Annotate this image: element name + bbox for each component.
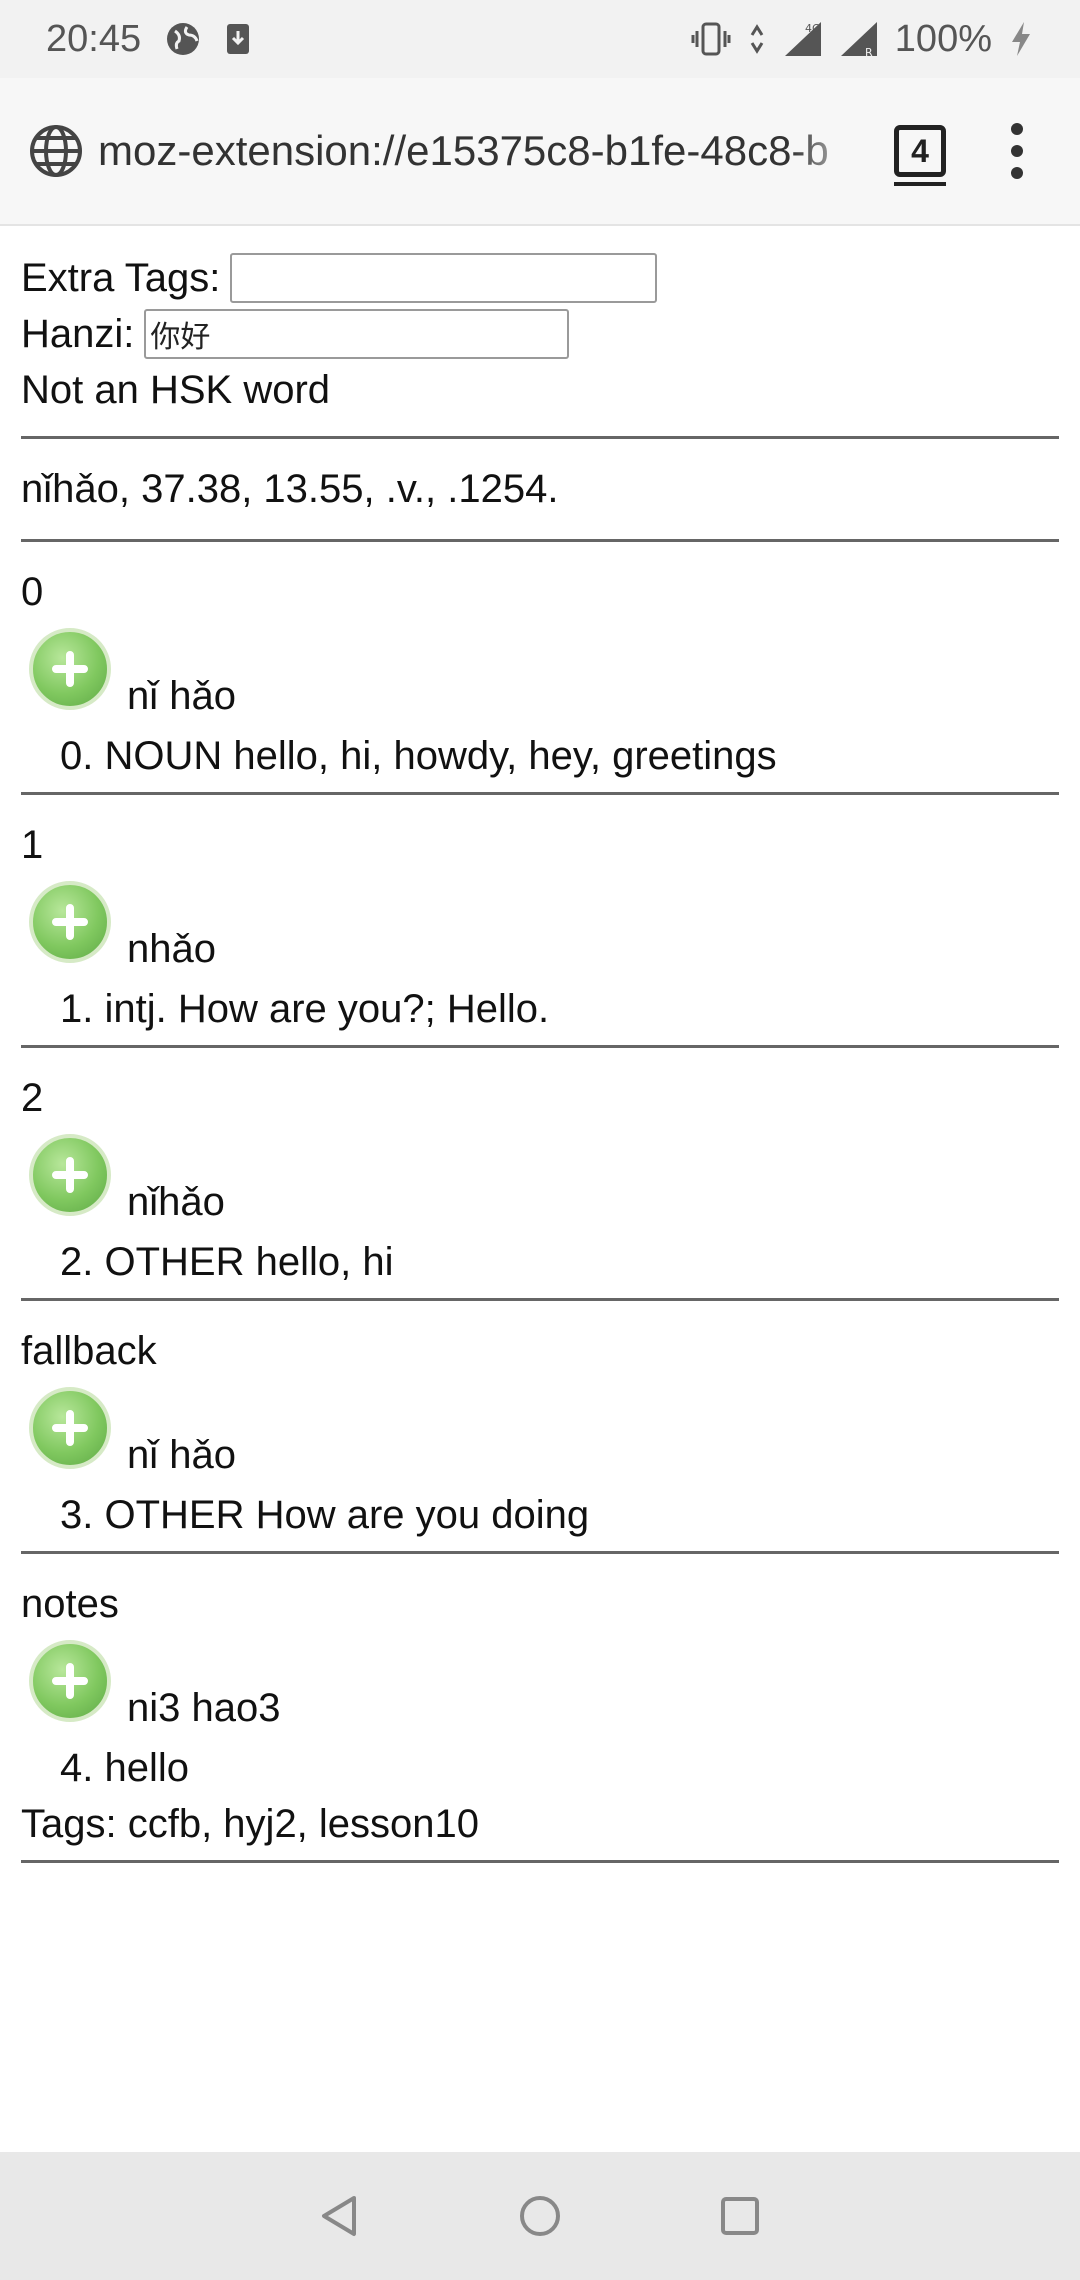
entry-row: nǐhǎo bbox=[21, 1126, 1059, 1234]
add-card-button[interactable] bbox=[29, 881, 111, 963]
add-card-button[interactable] bbox=[29, 1134, 111, 1216]
add-card-button[interactable] bbox=[29, 628, 111, 710]
menu-dot-icon bbox=[1011, 145, 1023, 157]
plus-icon bbox=[52, 904, 88, 940]
entry-row: nhǎo bbox=[21, 873, 1059, 981]
plus-icon bbox=[52, 1410, 88, 1446]
overflow-menu-button[interactable] bbox=[1002, 123, 1032, 179]
entry-definition: 4. hello bbox=[60, 1746, 189, 1790]
tabs-counter-button[interactable]: 4 bbox=[894, 125, 946, 186]
page-content: Extra Tags: Hanzi: Not an HSK word nǐhǎo… bbox=[21, 226, 1059, 1863]
entry-heading: 1 bbox=[21, 823, 44, 867]
browser-toolbar: moz-extension://e15375c8-b1fe-48c8-b 4 bbox=[0, 78, 1080, 226]
roaming-signal-icon: R bbox=[839, 20, 879, 58]
status-bar: 20:45 4G R 100% bbox=[0, 0, 1080, 78]
url-bar[interactable]: moz-extension://e15375c8-b1fe-48c8-b bbox=[98, 127, 868, 175]
entry-definition: 3. OTHER How are you doing bbox=[60, 1493, 590, 1537]
entry-row: nǐ hǎo bbox=[21, 1379, 1059, 1487]
battery-percent: 100% bbox=[894, 17, 992, 60]
vibrate-icon bbox=[691, 21, 731, 57]
add-card-button[interactable] bbox=[29, 1640, 111, 1722]
entry-heading: 2 bbox=[21, 1076, 44, 1120]
charging-icon bbox=[1008, 20, 1034, 58]
signal-icon: 4G bbox=[783, 20, 823, 58]
entry-pinyin: ni3 hao3 bbox=[127, 1686, 281, 1730]
home-circle-icon bbox=[520, 2196, 560, 2236]
home-nav-button[interactable] bbox=[515, 2191, 565, 2241]
add-card-button[interactable] bbox=[29, 1387, 111, 1469]
dictionary-entry: fallback nǐ hǎo 3. OTHER How are you doi… bbox=[21, 1301, 1059, 1554]
plus-icon bbox=[52, 1157, 88, 1193]
plus-icon bbox=[52, 651, 88, 687]
status-time: 20:45 bbox=[46, 17, 142, 60]
menu-dot-icon bbox=[1011, 123, 1023, 135]
frequency-line: nǐhǎo, 37.38, 13.55, .v., .1254. bbox=[21, 467, 559, 511]
site-info-icon[interactable] bbox=[28, 123, 84, 179]
menu-dot-icon bbox=[1011, 167, 1023, 179]
entry-heading: 0 bbox=[21, 570, 44, 614]
dictionary-entry: 1 nhǎo 1. intj. How are you?; Hello. bbox=[21, 795, 1059, 1048]
entry-heading: fallback bbox=[21, 1329, 157, 1373]
entry-pinyin: nǐ hǎo bbox=[127, 674, 236, 718]
entry-definition: 0. NOUN hello, hi, howdy, hey, greetings bbox=[60, 734, 777, 778]
divider bbox=[21, 1860, 1059, 1863]
entry-definition: 1. intj. How are you?; Hello. bbox=[60, 987, 550, 1031]
4g-data-icon bbox=[747, 21, 767, 57]
plus-icon bbox=[52, 1663, 88, 1699]
hanzi-label: Hanzi: bbox=[21, 312, 135, 356]
dictionary-entry: 0 nǐ hǎo 0. NOUN hello, hi, howdy, hey, … bbox=[21, 542, 1059, 795]
entry-pinyin: nǐhǎo bbox=[127, 1180, 225, 1224]
dictionary-entry: notes ni3 hao3 4. hello Tags: ccfb, hyj2… bbox=[21, 1554, 1059, 1863]
entry-tags: Tags: ccfb, hyj2, lesson10 bbox=[21, 1802, 480, 1846]
entry-pinyin: nhǎo bbox=[127, 927, 216, 971]
svg-text:4G: 4G bbox=[805, 22, 821, 35]
extra-tags-input[interactable] bbox=[230, 253, 658, 303]
entry-heading: notes bbox=[21, 1582, 119, 1626]
extra-tags-row: Extra Tags: bbox=[21, 250, 1059, 306]
hanzi-row: Hanzi: bbox=[21, 306, 1059, 362]
recents-nav-button[interactable] bbox=[715, 2191, 765, 2241]
system-nav-bar bbox=[0, 2152, 1080, 2280]
back-nav-button[interactable] bbox=[315, 2191, 365, 2241]
svg-text:R: R bbox=[865, 46, 873, 58]
download-icon bbox=[225, 22, 251, 56]
back-triangle-icon bbox=[322, 2196, 356, 2236]
hanzi-input[interactable] bbox=[144, 309, 570, 359]
recents-square-icon bbox=[721, 2197, 759, 2235]
hsk-status: Not an HSK word bbox=[21, 368, 331, 412]
entry-row: nǐ hǎo bbox=[21, 620, 1059, 728]
entry-pinyin: nǐ hǎo bbox=[127, 1433, 236, 1477]
entry-row: ni3 hao3 bbox=[21, 1632, 1059, 1740]
globe-icon bbox=[165, 21, 201, 57]
extra-tags-label: Extra Tags: bbox=[21, 256, 221, 300]
entry-definition: 2. OTHER hello, hi bbox=[60, 1240, 394, 1284]
dictionary-entry: 2 nǐhǎo 2. OTHER hello, hi bbox=[21, 1048, 1059, 1301]
